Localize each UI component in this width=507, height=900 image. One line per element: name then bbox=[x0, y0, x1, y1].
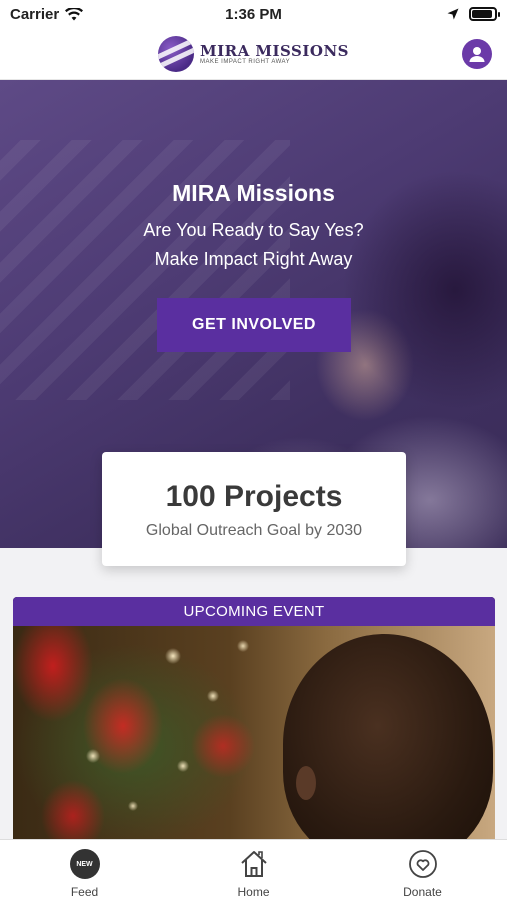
battery-fill bbox=[472, 10, 492, 18]
home-icon bbox=[240, 851, 267, 877]
get-involved-button[interactable]: GET INVOLVED bbox=[157, 298, 351, 352]
tab-feed[interactable]: NEW Feed bbox=[0, 840, 169, 900]
tab-feed-label: Feed bbox=[70, 885, 99, 899]
hero-background-image bbox=[0, 140, 290, 400]
hero-title: MIRA Missions bbox=[172, 180, 335, 206]
tab-donate[interactable]: Donate bbox=[338, 840, 507, 900]
stat-card: 100 Projects Global Outreach Goal by 203… bbox=[102, 452, 406, 566]
app-logo[interactable]: MIRA MISSIONS MAKE IMPACT RIGHT AWAY bbox=[157, 35, 349, 72]
app-header: MIRA MISSIONS MAKE IMPACT RIGHT AWAY bbox=[0, 28, 507, 80]
location-arrow-icon bbox=[447, 8, 459, 20]
logo-globe-icon bbox=[157, 35, 194, 72]
stat-label: Global Outreach Goal by 2030 bbox=[145, 522, 363, 539]
logo-text: MIRA MISSIONS MAKE IMPACT RIGHT AWAY bbox=[200, 42, 349, 65]
hero-subtitle-line2: Make Impact Right Away bbox=[154, 249, 353, 269]
event-image[interactable] bbox=[13, 626, 495, 839]
wifi-icon bbox=[65, 7, 84, 20]
event-image-detail bbox=[296, 766, 316, 800]
tab-home-label: Home bbox=[237, 885, 270, 899]
heart-icon bbox=[408, 850, 437, 878]
status-left: Carrier bbox=[10, 5, 84, 23]
upcoming-event-card[interactable]: UPCOMING EVENT bbox=[13, 597, 495, 839]
logo-title: MIRA MISSIONS bbox=[199, 42, 350, 60]
stat-value: 100 Projects bbox=[165, 480, 343, 513]
event-banner: UPCOMING EVENT bbox=[13, 597, 495, 626]
carrier-label: Carrier bbox=[10, 5, 60, 23]
status-right bbox=[447, 7, 500, 21]
event-image-person bbox=[283, 634, 493, 839]
battery-icon bbox=[469, 7, 500, 21]
status-bar: Carrier 1:36 PM bbox=[0, 0, 507, 28]
tab-donate-label: Donate bbox=[403, 885, 442, 899]
logo-tagline: MAKE IMPACT RIGHT AWAY bbox=[199, 59, 291, 65]
new-badge-icon: NEW bbox=[69, 849, 100, 879]
user-icon bbox=[469, 47, 485, 62]
tab-bar: NEW Feed Home Donate bbox=[0, 839, 507, 900]
tab-home[interactable]: Home bbox=[169, 840, 338, 900]
hero-subtitle-line1: Are You Ready to Say Yes? bbox=[143, 220, 364, 240]
profile-button[interactable] bbox=[462, 39, 492, 69]
